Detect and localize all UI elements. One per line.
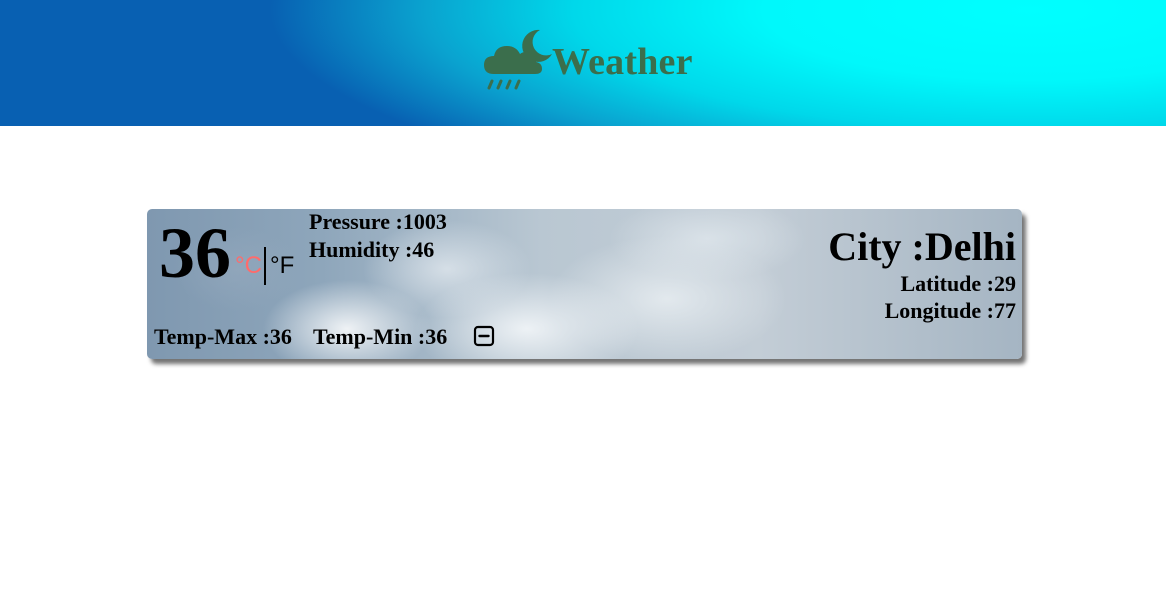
humidity-text: Humidity :46 [309, 237, 435, 262]
location-block: City :Delhi Latitude :29 Longitude :77 [828, 224, 1016, 324]
unit-divider [264, 247, 266, 285]
latitude-text: Latitude :29 [900, 271, 1017, 296]
app-header: Weather [0, 0, 1166, 126]
brand: Weather [480, 24, 693, 94]
temp-min-text: Temp-Min :36 [313, 324, 448, 349]
celsius-toggle[interactable]: °C [235, 251, 262, 281]
temperature-value: 36 [159, 213, 231, 293]
longitude-text: Longitude :77 [884, 298, 1016, 323]
temp-max-text: Temp-Max :36 [154, 324, 292, 349]
app-title: Weather [552, 41, 693, 83]
city-name: City :Delhi [828, 224, 1016, 269]
fahrenheit-toggle[interactable]: °F [270, 251, 294, 281]
minus-square-icon[interactable] [473, 325, 495, 347]
weather-card: 36 °C °F Pressure :1003 Humidity :46 Tem… [147, 209, 1022, 359]
cloud-moon-rain-icon [484, 29, 552, 90]
pressure-text: Pressure :1003 [309, 209, 447, 234]
